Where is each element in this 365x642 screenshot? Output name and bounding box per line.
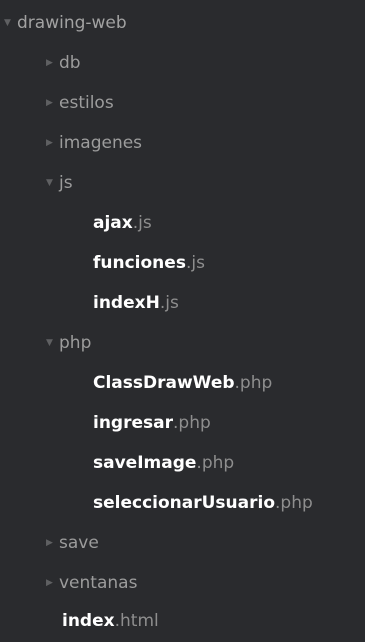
file-name: funciones: [93, 253, 186, 273]
folder-label: php: [59, 333, 92, 353]
file-tree: ▼ drawing-web ▶ db ▶ estilos ▶ imagenes …: [0, 0, 365, 642]
file-extension: .php: [196, 453, 235, 473]
file-classdrawweb-php[interactable]: ClassDrawWeb .php: [0, 363, 365, 403]
file-seleccionarusuario-php[interactable]: seleccionarUsuario .php: [0, 483, 365, 523]
folder-js[interactable]: ▼ js: [0, 163, 365, 203]
folder-label: estilos: [59, 93, 114, 113]
file-name: ajax: [93, 213, 133, 233]
file-name: ingresar: [93, 413, 173, 433]
file-name: index: [62, 611, 115, 631]
folder-drawing-web[interactable]: ▼ drawing-web: [0, 3, 365, 43]
folder-estilos[interactable]: ▶ estilos: [0, 83, 365, 123]
folder-php[interactable]: ▼ php: [0, 323, 365, 363]
file-extension: .html: [114, 611, 159, 631]
file-extension: .php: [234, 373, 273, 393]
folder-label: db: [59, 53, 81, 73]
file-extension: .js: [132, 213, 152, 233]
file-indexh-js[interactable]: indexH .js: [0, 283, 365, 323]
file-name: saveImage: [93, 453, 197, 473]
file-ingresar-php[interactable]: ingresar .php: [0, 403, 365, 443]
file-index-html[interactable]: index .html: [0, 601, 365, 641]
file-name: indexH: [93, 293, 160, 313]
caret-right-icon[interactable]: ▶: [46, 96, 59, 110]
caret-down-icon[interactable]: ▼: [46, 176, 59, 190]
caret-right-icon[interactable]: ▶: [46, 136, 59, 150]
file-extension: .js: [159, 293, 179, 313]
folder-label: js: [59, 173, 73, 193]
file-name: seleccionarUsuario: [93, 493, 276, 513]
file-extension: .php: [275, 493, 313, 513]
folder-label: ventanas: [59, 573, 138, 593]
file-extension: .js: [185, 253, 205, 273]
caret-right-icon[interactable]: ▶: [46, 56, 59, 70]
folder-db[interactable]: ▶ db: [0, 43, 365, 83]
folder-label: drawing-web: [17, 13, 127, 33]
file-name: ClassDrawWeb: [93, 373, 235, 393]
folder-imagenes[interactable]: ▶ imagenes: [0, 123, 365, 163]
folder-label: save: [59, 533, 99, 553]
caret-right-icon[interactable]: ▶: [46, 576, 59, 590]
file-ajax-js[interactable]: ajax .js: [0, 203, 365, 243]
folder-save[interactable]: ▶ save: [0, 523, 365, 563]
file-extension: .php: [173, 413, 211, 433]
folder-ventanas[interactable]: ▶ ventanas: [0, 563, 365, 603]
file-saveimage-php[interactable]: saveImage .php: [0, 443, 365, 483]
folder-label: imagenes: [59, 133, 143, 153]
file-funciones-js[interactable]: funciones .js: [0, 243, 365, 283]
caret-right-icon[interactable]: ▶: [46, 536, 59, 550]
caret-down-icon[interactable]: ▼: [4, 16, 17, 30]
caret-down-icon[interactable]: ▼: [46, 336, 59, 350]
